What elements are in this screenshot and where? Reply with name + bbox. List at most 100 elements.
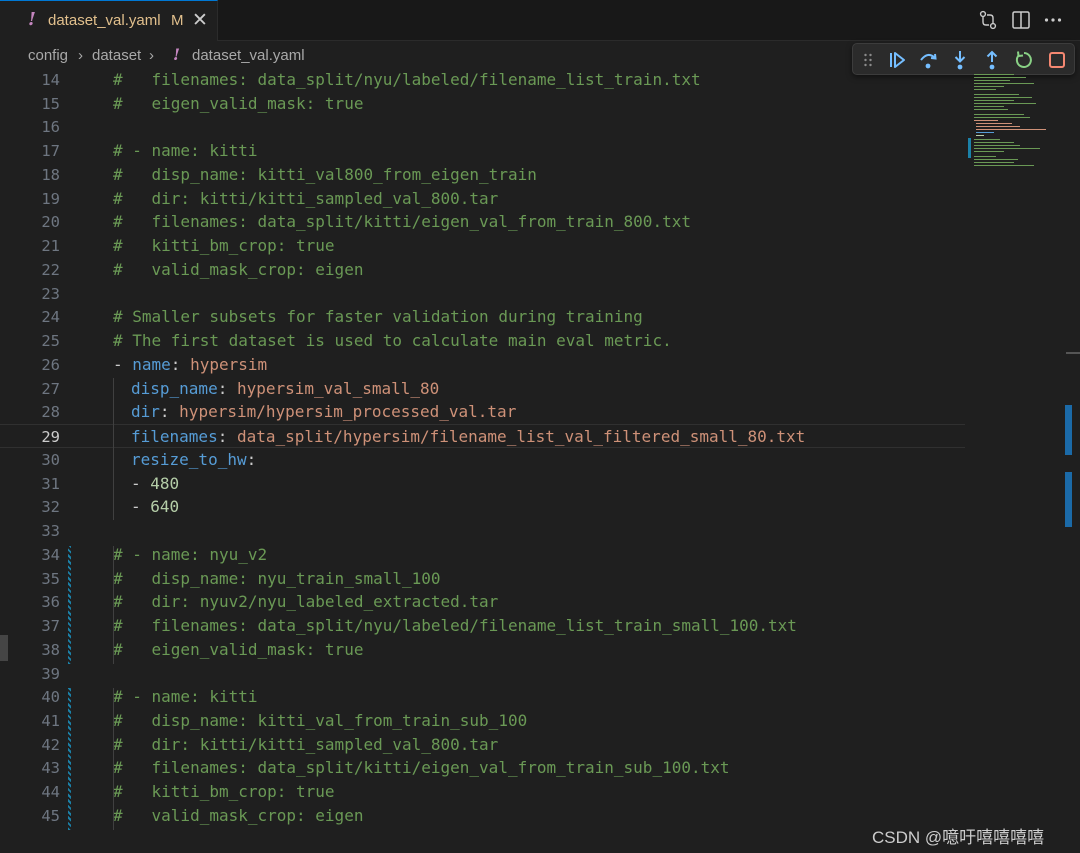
line-number[interactable]: 45 (0, 804, 60, 828)
code-token: # disp_name: nyu_train_small_100 (113, 568, 441, 588)
yaml-file-icon: ! (173, 45, 181, 64)
code-line[interactable]: 31 - 480 (0, 472, 965, 496)
code-editor[interactable]: 14 # filenames: data_split/nyu/labeled/fi… (0, 70, 1080, 853)
line-number[interactable]: 23 (0, 282, 60, 306)
watermark: CSDN @噫吁嘻嘻嘻嘻 (872, 828, 1045, 847)
code-line[interactable]: 15 # eigen_valid_mask: true (0, 92, 965, 116)
line-number[interactable]: 29 (0, 425, 60, 449)
code-line[interactable]: 29 filenames: data_split/hypersim/filenam… (0, 424, 965, 449)
line-number[interactable]: 43 (0, 756, 60, 780)
close-icon[interactable]: ✕ (192, 9, 208, 32)
line-number[interactable]: 44 (0, 780, 60, 804)
restart-icon[interactable] (1013, 49, 1035, 71)
line-number[interactable]: 33 (0, 519, 60, 543)
code-line[interactable]: 20 # filenames: data_split/kitti/eigen_va… (0, 210, 965, 234)
split-editor-icon[interactable] (1010, 9, 1032, 31)
line-number[interactable]: 35 (0, 567, 60, 591)
code-line[interactable]: 27 disp_name: hypersim_val_small_80 (0, 377, 965, 401)
breadcrumb-item-file[interactable]: dataset_val.yaml (192, 47, 305, 64)
line-number[interactable]: 42 (0, 733, 60, 757)
line-number[interactable]: 41 (0, 709, 60, 733)
code-line[interactable]: 44 # kitti_bm_crop: true (0, 780, 965, 804)
code-line[interactable]: 36 # dir: nyuv2/nyu_labeled_extracted.tar (0, 590, 965, 614)
line-number[interactable]: 17 (0, 139, 60, 163)
line-number[interactable]: 27 (0, 377, 60, 401)
breadcrumb-item-dataset[interactable]: dataset (92, 47, 141, 64)
code-line[interactable]: 39 (0, 662, 965, 686)
code-line[interactable]: 43 # filenames: data_split/kitti/eigen_va… (0, 756, 965, 780)
code-line[interactable]: 38 # eigen_valid_mask: true (0, 638, 965, 662)
breadcrumb-item-config[interactable]: config (28, 47, 68, 64)
code-line[interactable]: 40 # - name: kitti (0, 685, 965, 709)
line-number[interactable]: 30 (0, 448, 60, 472)
code-line[interactable]: 19 # dir: kitti/kitti_sampled_val_800.tar (0, 187, 965, 211)
code-line[interactable]: 18 # disp_name: kitti_val800_from_eigen_t… (0, 163, 965, 187)
code-line[interactable]: 41 # disp_name: kitti_val_from_train_sub_… (0, 709, 965, 733)
compare-changes-icon[interactable] (977, 9, 999, 31)
breadcrumb: config › dataset › ! dataset_val.yaml (0, 42, 840, 70)
scrollbar-thumb[interactable] (1065, 405, 1072, 455)
code-token: : (170, 354, 191, 374)
code-line[interactable]: 37 # filenames: data_split/nyu/labeled/fi… (0, 614, 965, 638)
code-line[interactable]: 21 # kitti_bm_crop: true (0, 234, 965, 258)
code-line[interactable]: 32 - 640 (0, 495, 965, 519)
tab-dataset-val-yaml[interactable]: ! dataset_val.yaml M ✕ (0, 0, 218, 41)
line-number[interactable]: 40 (0, 685, 60, 709)
line-number[interactable]: 16 (0, 115, 60, 139)
line-number[interactable]: 22 (0, 258, 60, 282)
modified-badge: M (171, 12, 184, 29)
more-actions-icon[interactable] (1042, 9, 1064, 31)
breadcrumb-separator: › (78, 47, 83, 64)
code-line[interactable]: 34 # - name: nyu_v2 (0, 543, 965, 567)
code-token: - (131, 473, 151, 493)
gutter-change-marker[interactable] (68, 546, 71, 664)
code-token: hypersim (190, 354, 268, 374)
code-line[interactable]: 28 dir: hypersim/hypersim_processed_val.t… (0, 400, 965, 424)
scrollbar-change-marker (1065, 472, 1072, 527)
line-content: # filenames: data_split/nyu/labeled/file… (113, 614, 797, 638)
code-line[interactable]: 26 - name: hypersim (0, 353, 965, 377)
line-number[interactable]: 24 (0, 305, 60, 329)
code-line[interactable]: 42 # dir: kitti/kitti_sampled_val_800.tar (0, 733, 965, 757)
line-number[interactable]: 19 (0, 187, 60, 211)
line-content: # dir: kitti/kitti_sampled_val_800.tar (113, 733, 498, 757)
gutter-change-marker[interactable] (68, 688, 71, 830)
line-number[interactable]: 34 (0, 543, 60, 567)
line-number[interactable]: 14 (0, 68, 60, 92)
code-line[interactable]: 25 # The first dataset is used to calcula… (0, 329, 965, 353)
line-number[interactable]: 21 (0, 234, 60, 258)
stop-icon[interactable] (1046, 49, 1068, 71)
code-token: 480 (150, 473, 180, 493)
panel-edge (0, 635, 8, 661)
code-line[interactable]: 22 # valid_mask_crop: eigen (0, 258, 965, 282)
code-line[interactable]: 33 (0, 519, 965, 543)
line-content: # The first dataset is used to calculate… (113, 329, 672, 353)
code-line[interactable]: 24 # Smaller subsets for faster validatio… (0, 305, 965, 329)
code-token: - (131, 497, 151, 517)
code-line[interactable]: 16 (0, 115, 965, 139)
code-line[interactable]: 30 resize_to_hw: (0, 448, 965, 472)
code-token: # valid_mask_crop: eigen (113, 259, 364, 279)
line-number[interactable]: 26 (0, 353, 60, 377)
minimap[interactable] (968, 72, 1064, 172)
code-token: : (246, 449, 257, 469)
code-line[interactable]: 45 # valid_mask_crop: eigen (0, 804, 965, 828)
line-number[interactable]: 38 (0, 638, 60, 662)
line-number[interactable]: 37 (0, 614, 60, 638)
line-number[interactable]: 36 (0, 590, 60, 614)
line-number[interactable]: 31 (0, 472, 60, 496)
line-number[interactable]: 39 (0, 662, 60, 686)
line-number[interactable]: 15 (0, 92, 60, 116)
drag-handle-icon[interactable] (863, 52, 873, 68)
line-number[interactable]: 32 (0, 495, 60, 519)
line-number[interactable]: 20 (0, 210, 60, 234)
code-token: # - name: kitti (113, 141, 258, 161)
line-number[interactable]: 18 (0, 163, 60, 187)
code-line[interactable]: 17 # - name: kitti (0, 139, 965, 163)
line-number[interactable]: 25 (0, 329, 60, 353)
line-number[interactable]: 28 (0, 400, 60, 424)
step-out-icon[interactable] (981, 49, 1003, 71)
code-line[interactable]: 23 (0, 282, 965, 306)
code-line[interactable]: 35 # disp_name: nyu_train_small_100 (0, 567, 965, 591)
code-line[interactable]: 14 # filenames: data_split/nyu/labeled/fi… (0, 68, 965, 92)
